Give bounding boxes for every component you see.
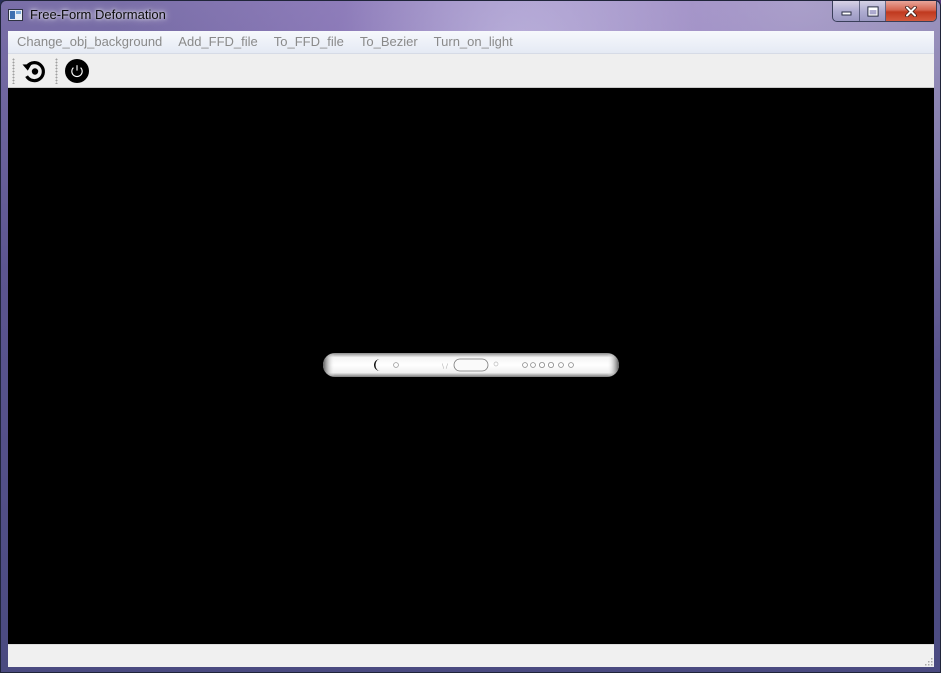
power-icon — [65, 59, 89, 83]
app-window-icon[interactable] — [8, 9, 23, 21]
maximize-button[interactable] — [860, 1, 886, 21]
menu-to-bezier[interactable]: To_Bezier — [352, 31, 426, 53]
menu-turn-on-light[interactable]: Turn_on_light — [426, 31, 521, 53]
toolbar-grip[interactable] — [12, 58, 15, 84]
window-title: Free-Form Deformation — [30, 7, 166, 22]
power-button[interactable] — [63, 57, 91, 85]
minimize-button[interactable] — [833, 1, 860, 21]
app-window: Free-Form Deformation Change_obj_backgro… — [0, 0, 941, 673]
svg-text:\ /: \ / — [442, 363, 449, 370]
render-viewport[interactable]: \ / — [8, 88, 934, 644]
status-bar — [8, 644, 934, 667]
menu-bar: Change_obj_background Add_FFD_file To_FF… — [8, 31, 934, 54]
title-bar[interactable]: Free-Form Deformation — [1, 1, 940, 30]
close-icon — [905, 5, 917, 17]
resize-grip-icon[interactable] — [923, 656, 933, 666]
menu-to-ffd-file[interactable]: To_FFD_file — [266, 31, 352, 53]
minimize-icon — [841, 11, 851, 16]
close-button[interactable] — [886, 1, 936, 21]
maximize-icon — [866, 5, 879, 17]
reset-rotate-button[interactable] — [20, 57, 48, 85]
toolbar-grip-2[interactable] — [55, 58, 58, 84]
menu-add-ffd-file[interactable]: Add_FFD_file — [170, 31, 265, 53]
menu-change-obj-background[interactable]: Change_obj_background — [9, 31, 170, 53]
toolbar — [8, 54, 934, 88]
deformed-phone-model[interactable]: \ / — [322, 352, 620, 378]
caption-buttons — [832, 1, 937, 22]
reset-rotate-icon — [22, 61, 45, 83]
